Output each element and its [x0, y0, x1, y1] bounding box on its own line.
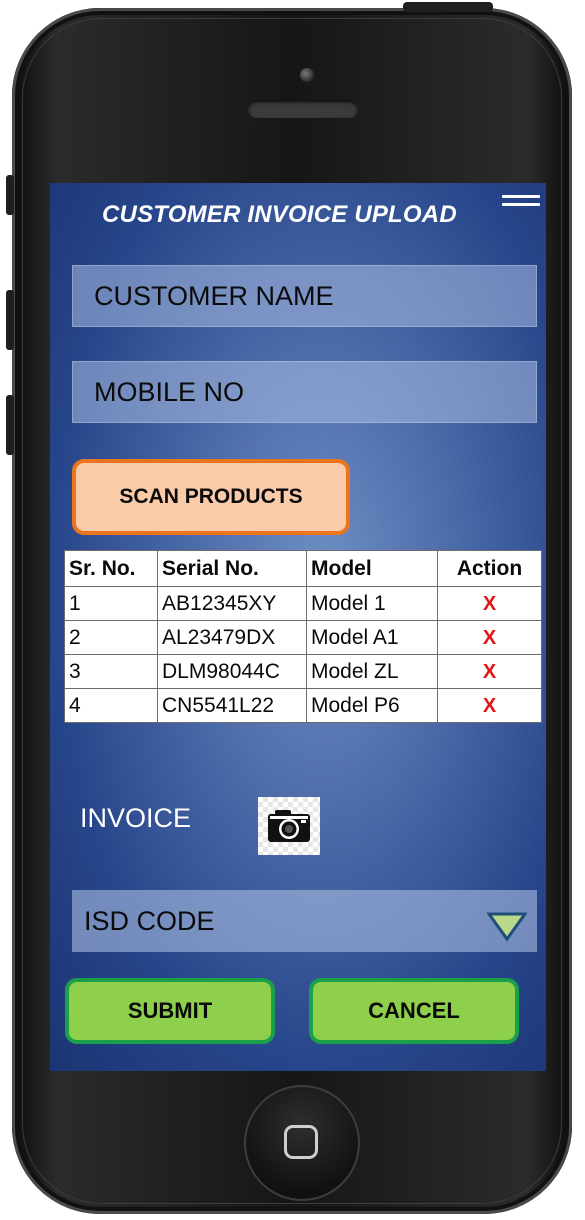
- table-row: 2 AL23479DX Model A1 X: [64, 620, 542, 655]
- volume-down-button: [6, 395, 14, 455]
- x-icon[interactable]: X: [483, 593, 496, 615]
- cell-model: Model 1: [306, 586, 438, 621]
- cell-action: X: [437, 620, 542, 655]
- cell-serial-no: AB12345XY: [157, 586, 307, 621]
- x-icon[interactable]: X: [483, 661, 496, 683]
- invoice-label: INVOICE: [80, 803, 192, 833]
- cell-action: X: [437, 586, 542, 621]
- cell-action: X: [437, 654, 542, 689]
- app-screen: CUSTOMER INVOICE UPLOAD CUSTOMER NAME MO…: [50, 183, 546, 1071]
- table-row: 4 CN5541L22 Model P6 X: [64, 688, 542, 723]
- header-sr-no: Sr. No.: [64, 550, 158, 587]
- volume-up-button: [6, 290, 14, 350]
- cell-sr-no: 1: [64, 586, 158, 621]
- x-icon[interactable]: X: [483, 695, 496, 717]
- isd-code-label: ISD CODE: [84, 906, 215, 936]
- table-row: 1 AB12345XY Model 1 X: [64, 586, 542, 621]
- header-model: Model: [306, 550, 438, 587]
- cell-sr-no: 3: [64, 654, 158, 689]
- table-header-row: Sr. No. Serial No. Model Action: [64, 550, 542, 587]
- power-button: [403, 2, 493, 12]
- home-button-icon: [284, 1125, 318, 1159]
- cell-serial-no: DLM98044C: [157, 654, 307, 689]
- camera-icon-graphic: [268, 810, 310, 842]
- cell-action: X: [437, 688, 542, 723]
- cell-serial-no: CN5541L22: [157, 688, 307, 723]
- home-button[interactable]: [244, 1085, 360, 1201]
- header-serial-no: Serial No.: [157, 550, 307, 587]
- menu-line: [502, 195, 540, 198]
- mobile-no-input[interactable]: MOBILE NO: [72, 361, 537, 423]
- x-icon[interactable]: X: [483, 627, 496, 649]
- cell-sr-no: 4: [64, 688, 158, 723]
- camera-icon[interactable]: [258, 797, 320, 855]
- isd-code-select[interactable]: ISD CODE: [72, 890, 537, 952]
- cell-model: Model A1: [306, 620, 438, 655]
- page: CUSTOMER INVOICE UPLOAD CUSTOMER NAME MO…: [0, 0, 585, 1220]
- cell-model: Model P6: [306, 688, 438, 723]
- earpiece-speaker: [248, 100, 358, 118]
- cell-model: Model ZL: [306, 654, 438, 689]
- customer-name-input[interactable]: CUSTOMER NAME: [72, 265, 537, 327]
- cell-sr-no: 2: [64, 620, 158, 655]
- products-table: Sr. No. Serial No. Model Action 1 AB1234…: [64, 550, 542, 723]
- scan-products-button[interactable]: SCAN PRODUCTS: [72, 459, 350, 535]
- cell-serial-no: AL23479DX: [157, 620, 307, 655]
- mute-switch: [6, 175, 14, 215]
- triangle-down-icon[interactable]: [487, 912, 527, 942]
- page-title: CUSTOMER INVOICE UPLOAD: [102, 201, 457, 228]
- table-row: 3 DLM98044C Model ZL X: [64, 654, 542, 689]
- cancel-button[interactable]: CANCEL: [309, 978, 519, 1044]
- front-camera: [300, 68, 314, 82]
- submit-button[interactable]: SUBMIT: [65, 978, 275, 1044]
- header-action: Action: [437, 550, 542, 587]
